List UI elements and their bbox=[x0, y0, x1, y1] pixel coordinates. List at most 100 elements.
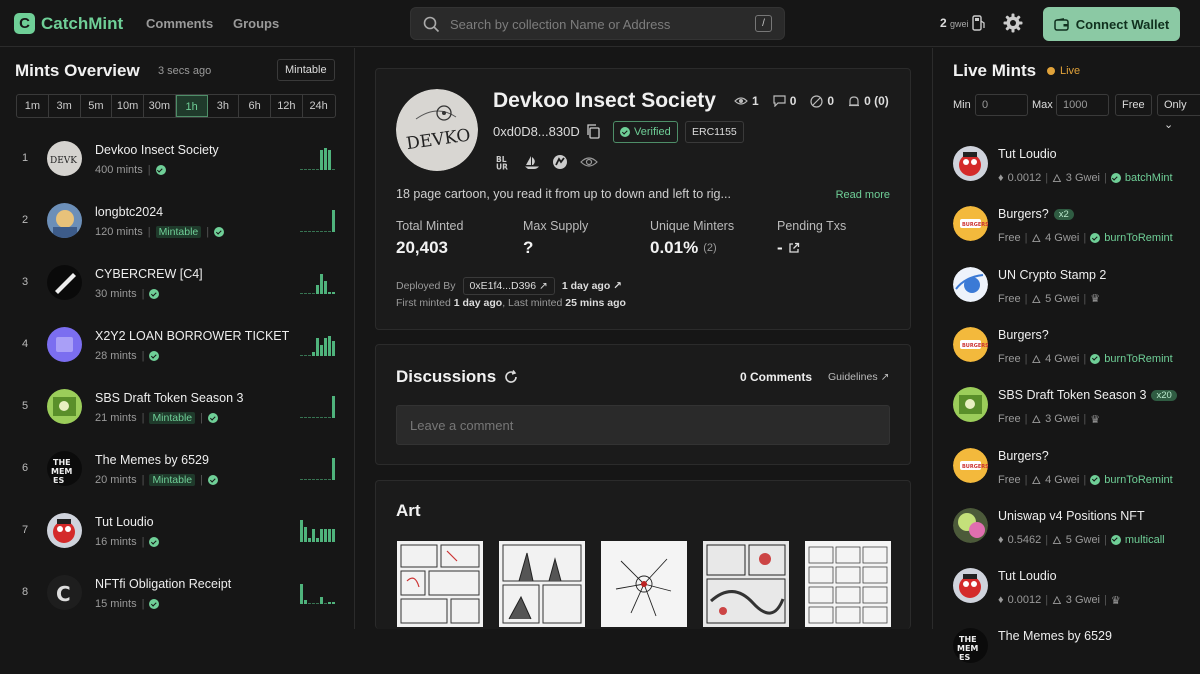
collection-name: Devkoo Insect Society bbox=[95, 143, 219, 157]
deployer-address-link[interactable]: 0xE1f4...D396 ↗ bbox=[462, 277, 555, 295]
live-mint-row[interactable]: SBS Draft Token Season 3 x20 Free | 🜂 3 Gwei… bbox=[933, 373, 1200, 433]
spark-bar bbox=[304, 526, 307, 542]
art-thumbnail[interactable] bbox=[805, 541, 891, 627]
spark-bar bbox=[300, 479, 303, 480]
live-mint-row[interactable]: BURGERS Burgers? Free | 🜂 4 Gwei | burnToRemi… bbox=[933, 434, 1200, 494]
live-mint-row[interactable]: Tut Loudio ♦ 0.0012 | 🜂 3 Gwei | batchMint bbox=[933, 132, 1200, 192]
comment-input[interactable] bbox=[397, 406, 889, 444]
mint-count: 28 mints bbox=[95, 350, 137, 362]
max-price-input[interactable]: 1000 bbox=[1056, 94, 1109, 116]
collection-avatar bbox=[953, 568, 988, 604]
spark-bar bbox=[316, 417, 319, 418]
timeframe-6h[interactable]: 6h bbox=[239, 95, 271, 117]
connect-wallet-button[interactable]: Connect Wallet bbox=[1043, 7, 1180, 41]
looksrare-link-icon[interactable] bbox=[552, 154, 568, 170]
mint-overview-row[interactable]: 3 CYBERCREW [C4] 30 mints | bbox=[0, 252, 355, 314]
flame-gas-icon: 🜂 bbox=[1031, 353, 1042, 366]
mintable-filter-button[interactable]: Mintable bbox=[277, 59, 335, 81]
mint-overview-row[interactable]: 8 C NFTfi Obligation Receipt 15 mints | bbox=[0, 562, 355, 624]
live-mint-row[interactable]: Uniswap v4 Positions NFT ♦ 0.5462 | 🜂 5 Gwei… bbox=[933, 494, 1200, 554]
mint-activity-sparkline bbox=[300, 332, 336, 356]
flame-gas-icon: 🜂 bbox=[1031, 233, 1042, 246]
mint-method: burnToRemint bbox=[1104, 473, 1173, 486]
timeframe-1m[interactable]: 1m bbox=[17, 95, 49, 117]
mint-overview-row[interactable]: 5 SBS Draft Token Season 3 21 mints | Mint… bbox=[0, 376, 355, 438]
contract-address[interactable]: 0xd0D8...830D bbox=[493, 124, 600, 139]
live-mint-row[interactable]: BURGERS Burgers? Free | 🜂 4 Gwei | burnToRemi… bbox=[933, 313, 1200, 373]
svg-text:MEM: MEM bbox=[51, 467, 72, 476]
discussions-card: Discussions 0 Comments Guidelines ↗ bbox=[375, 344, 911, 465]
logo-mark-icon: C bbox=[14, 13, 35, 34]
mint-overview-row[interactable]: 2 longbtc2024 120 mints | Mintable | bbox=[0, 190, 355, 252]
min-price-input[interactable]: 0 bbox=[975, 94, 1028, 116]
gas-price: 2 gwei bbox=[940, 16, 969, 30]
collection-links: BL UR bbox=[496, 154, 598, 170]
art-thumbnail[interactable] bbox=[499, 541, 585, 627]
spark-bar bbox=[328, 231, 331, 232]
gas-cost: 5 Gwei bbox=[1065, 533, 1101, 546]
verified-check-icon bbox=[208, 475, 218, 485]
live-mint-row[interactable]: THE MEM ES The Memes by 6529 bbox=[933, 614, 1200, 674]
mints-overview-panel: Mints Overview 3 secs ago Mintable 1m 3m 5… bbox=[0, 48, 355, 629]
nav-comments[interactable]: Comments bbox=[146, 16, 213, 31]
collection-avatar: C bbox=[47, 575, 82, 610]
flame-gas-icon: 🜂 bbox=[1031, 293, 1042, 306]
art-thumbnail[interactable] bbox=[703, 541, 789, 627]
deployed-by-row: Deployed By 0xE1f4...D396 ↗ 1 day ago ↗ bbox=[396, 277, 622, 295]
verified-badge: Verified bbox=[613, 121, 678, 143]
live-mint-row[interactable]: UN Crypto Stamp 2 Free | 🜂 5 Gwei | ♛ bbox=[933, 253, 1200, 313]
spark-bar bbox=[300, 293, 303, 294]
spark-bar bbox=[300, 355, 303, 356]
watch-eye-icon[interactable] bbox=[580, 154, 598, 170]
timeframe-30m[interactable]: 30m bbox=[144, 95, 176, 117]
guidelines-link[interactable]: Guidelines ↗ bbox=[828, 371, 889, 383]
verified-check-icon bbox=[1110, 173, 1121, 183]
search-input[interactable]: Search by collection Name or Address bbox=[450, 17, 670, 32]
timeframe-10m[interactable]: 10m bbox=[112, 95, 144, 117]
svg-text:ES: ES bbox=[959, 653, 970, 662]
mint-overview-row[interactable]: 1 DEVK Devkoo Insect Society 400 mints | bbox=[0, 128, 355, 190]
art-thumbnail[interactable] bbox=[601, 541, 687, 627]
free-filter-button[interactable]: Free bbox=[1115, 94, 1152, 116]
live-mint-row[interactable]: BURGERS Burgers? x2 Free | 🜂 4 Gwei | burnToRe… bbox=[933, 192, 1200, 252]
spark-bar bbox=[316, 603, 319, 604]
spark-bar bbox=[320, 345, 323, 356]
comment-box[interactable] bbox=[396, 405, 890, 445]
opensea-link-icon[interactable] bbox=[524, 154, 540, 170]
spark-bar bbox=[324, 338, 327, 356]
spark-bar bbox=[308, 417, 311, 418]
settings-gear-icon[interactable] bbox=[1003, 13, 1023, 33]
brand-logo[interactable]: C CatchMint bbox=[14, 13, 123, 34]
only-filter-button[interactable]: Only ⌄ bbox=[1157, 94, 1200, 131]
verified-label: Verified bbox=[634, 126, 671, 138]
collection-avatar: BURGERS bbox=[953, 447, 988, 483]
mint-overview-row[interactable]: 6 THE MEM ES The Memes by 6529 20 mints | Mi… bbox=[0, 438, 355, 500]
flame-gas-icon: 🜂 bbox=[1052, 534, 1062, 547]
blur-link-icon[interactable]: BLUR bbox=[496, 154, 512, 170]
timeframe-3h[interactable]: 3h bbox=[208, 95, 240, 117]
spark-bar bbox=[316, 285, 319, 294]
live-mint-row[interactable]: Tut Loudio ♦ 0.0012 | 🜂 3 Gwei | ♛ bbox=[933, 554, 1200, 614]
mint-count: 20 mints bbox=[95, 474, 137, 486]
timeframe-24h[interactable]: 24h bbox=[303, 95, 335, 117]
refresh-icon[interactable] bbox=[504, 370, 518, 384]
timeframe-5m[interactable]: 5m bbox=[81, 95, 113, 117]
read-more-link[interactable]: Read more bbox=[836, 189, 890, 201]
spark-bar bbox=[308, 293, 311, 294]
verified-check-icon bbox=[1090, 353, 1101, 364]
timeframe-3m[interactable]: 3m bbox=[49, 95, 81, 117]
spark-bar bbox=[300, 417, 303, 418]
nav-groups[interactable]: Groups bbox=[233, 16, 279, 31]
verified-check-icon bbox=[149, 599, 160, 609]
gas-pump-icon bbox=[972, 15, 986, 31]
timeframe-1h[interactable]: 1h bbox=[175, 95, 208, 117]
deployed-ago-link[interactable]: 1 day ago ↗ bbox=[562, 280, 622, 292]
mint-overview-row[interactable]: 4 X2Y2 LOAN BORROWER TICKET 28 mints | bbox=[0, 314, 355, 376]
art-thumbnail[interactable] bbox=[397, 541, 483, 627]
mint-overview-row[interactable]: 7 Tut Loudio 16 mints | bbox=[0, 500, 355, 562]
search-bar[interactable]: Search by collection Name or Address / bbox=[410, 7, 785, 40]
search-shortcut-key: / bbox=[755, 15, 772, 32]
mint-count: 16 mints bbox=[95, 536, 137, 548]
spark-bar bbox=[300, 584, 303, 604]
timeframe-12h[interactable]: 12h bbox=[271, 95, 303, 117]
